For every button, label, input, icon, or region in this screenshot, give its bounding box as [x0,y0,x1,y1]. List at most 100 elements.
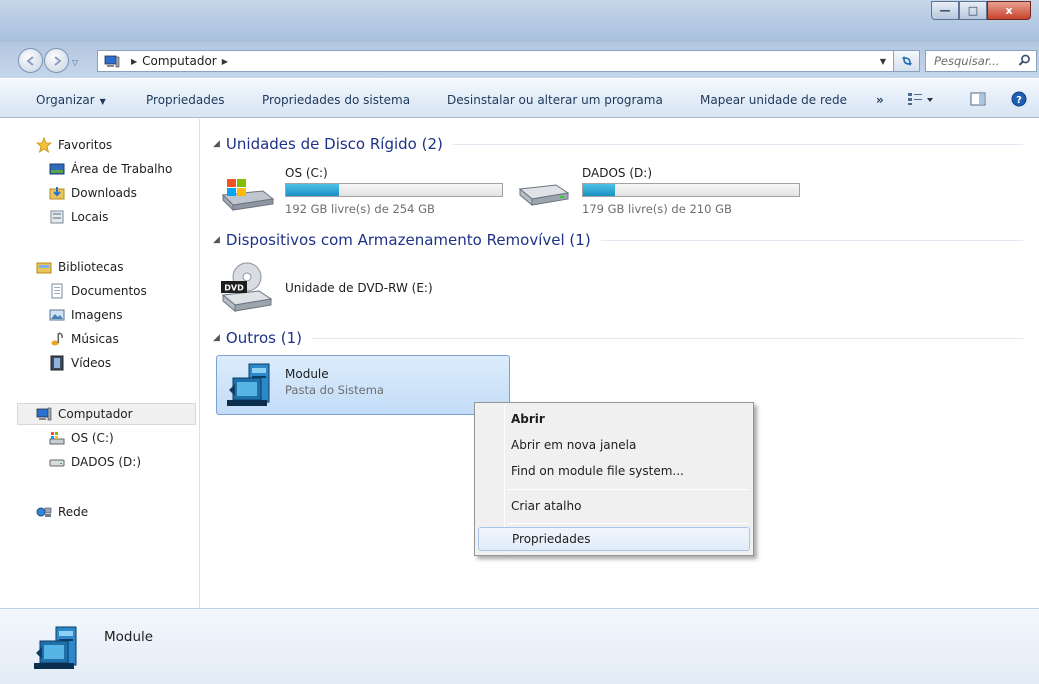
hard-drive-icon [49,459,65,467]
organize-label: Organizar [36,93,95,107]
search-input[interactable] [934,54,1012,68]
minimize-button[interactable]: — [931,1,959,20]
breadcrumb-separator-icon[interactable]: ▶ [131,57,137,66]
sidebar-item-desktop[interactable]: Área de Trabalho [49,159,172,179]
map-network-drive-button[interactable]: Mapear unidade de rede [700,93,847,107]
arrow-left-icon [25,55,34,66]
view-options-icon [908,93,933,105]
star-icon [36,137,52,153]
sidebar-item-label: Rede [58,505,89,519]
close-button[interactable]: x [987,1,1031,20]
back-button[interactable] [18,48,43,73]
drive-usage-bar [285,183,503,197]
sidebar-item-drive-c[interactable]: OS (C:) [49,428,114,448]
address-dropdown-icon[interactable]: ▼ [880,57,886,66]
sidebar-item-videos[interactable]: Vídeos [49,353,111,373]
drive-name: DADOS (D:) [582,166,653,180]
refresh-button[interactable] [893,50,920,72]
maximize-button[interactable]: □ [959,1,987,20]
sidebar-item-images[interactable]: Imagens [49,305,122,325]
collapse-triangle-icon[interactable]: ◢ [213,235,220,245]
module-type: Pasta do Sistema [285,383,384,397]
preview-pane-button[interactable] [967,88,989,110]
sidebar-item-label: Computador [58,407,133,421]
sidebar-item-computer[interactable]: Computador [36,404,133,424]
drive-usage-fill [286,184,339,196]
breadcrumb-separator-icon[interactable]: ▶ [222,57,228,66]
group-divider [311,337,1023,339]
group-title: Unidades de Disco Rígido (2) [225,135,443,153]
group-others[interactable]: ◢ Outros (1) [213,327,1023,349]
organize-button[interactable]: Organizar ▼ [36,93,106,107]
system-properties-button[interactable]: Propriedades do sistema [262,93,410,107]
computer-icon [36,407,52,421]
dvd-drive-icon: DVD [221,262,273,313]
hard-drive-icon [518,184,570,207]
sidebar-item-documents[interactable]: Documentos [49,281,147,301]
module-tile[interactable]: Module Pasta do Sistema [216,355,510,415]
breadcrumb-computer[interactable]: Computador [142,54,217,68]
sidebar-item-label: Área de Trabalho [71,162,173,176]
navigation-pane: Favoritos Área de Trabalho Downloads Loc… [0,119,200,608]
module-name: Module [285,367,329,381]
sidebar-item-label: Downloads [71,186,137,200]
document-icon [51,283,63,299]
title-bar: — □ x [0,0,1039,42]
drive-usage-bar [582,183,800,197]
sidebar-item-drive-d[interactable]: DADOS (D:) [49,452,141,472]
sidebar-item-network[interactable]: Rede [36,502,88,522]
recent-pages-dropdown[interactable]: ▽ [72,58,78,67]
properties-button[interactable]: Propriedades [146,93,225,107]
help-icon: ? [1011,91,1027,107]
module-icon [34,626,77,669]
sidebar-item-label: Documentos [71,284,147,298]
group-hard-disks[interactable]: ◢ Unidades de Disco Rígido (2) [213,133,1023,155]
address-bar[interactable]: ▶ Computador ▶ ▼ [97,50,897,72]
refresh-icon [901,56,912,66]
group-removable[interactable]: ◢ Dispositivos com Armazenamento Removív… [213,229,1023,251]
sidebar-item-libraries[interactable]: Bibliotecas [36,257,123,277]
sidebar-item-label: DADOS (D:) [71,455,142,469]
context-menu: Abrir Abrir em nova janela Find on modul… [474,402,754,556]
menu-item-properties[interactable]: Propriedades [478,527,750,551]
command-bar: Organizar ▼ Propriedades Propriedades do … [0,78,1039,118]
menu-item-open-new-window[interactable]: Abrir em nova janela [478,433,750,457]
menu-item-create-shortcut[interactable]: Criar atalho [478,494,750,518]
search-icon[interactable] [1018,54,1031,67]
forward-button[interactable] [44,48,69,73]
dvd-drive-tile[interactable]: DVD Unidade de DVD-RW (E:) [219,259,519,319]
group-divider [452,143,1023,145]
menu-separator [508,489,748,490]
sidebar-item-downloads[interactable]: Downloads [49,183,137,203]
more-commands-button[interactable]: » [876,93,884,107]
sidebar-item-music[interactable]: Músicas [49,329,119,349]
sidebar-item-places[interactable]: Locais [49,207,108,227]
svg-text:?: ? [1016,95,1022,106]
drive-free-space: 192 GB livre(s) de 254 GB [285,202,435,216]
drive-d-tile[interactable]: DADOS (D:) 179 GB livre(s) de 210 GB [516,163,816,217]
drive-name: Unidade de DVD-RW (E:) [285,281,433,295]
sidebar-item-label: Locais [71,210,109,224]
desktop-icon [49,163,65,175]
film-icon [50,355,64,371]
search-box[interactable] [925,50,1037,72]
image-icon [49,309,65,321]
menu-item-find-on-module[interactable]: Find on module file system... [478,459,750,483]
collapse-triangle-icon[interactable]: ◢ [213,139,220,149]
sidebar-item-favorites[interactable]: Favoritos [36,135,112,155]
drive-name: OS (C:) [285,166,328,180]
menu-item-open[interactable]: Abrir [478,407,750,431]
preview-pane-icon [970,92,986,106]
drive-c-tile[interactable]: OS (C:) 192 GB livre(s) de 254 GB [219,163,519,217]
libraries-icon [36,262,52,274]
collapse-triangle-icon[interactable]: ◢ [213,333,220,343]
help-button[interactable]: ? [1008,88,1030,110]
group-divider [600,239,1023,241]
chevron-down-icon: ▼ [99,97,106,106]
sidebar-item-label: Imagens [71,308,123,322]
change-view-button[interactable] [902,88,940,110]
uninstall-program-button[interactable]: Desinstalar ou alterar um programa [447,93,663,107]
drive-usage-fill [583,184,615,196]
system-drive-icon [49,432,65,445]
group-title: Dispositivos com Armazenamento Removível… [225,231,591,249]
